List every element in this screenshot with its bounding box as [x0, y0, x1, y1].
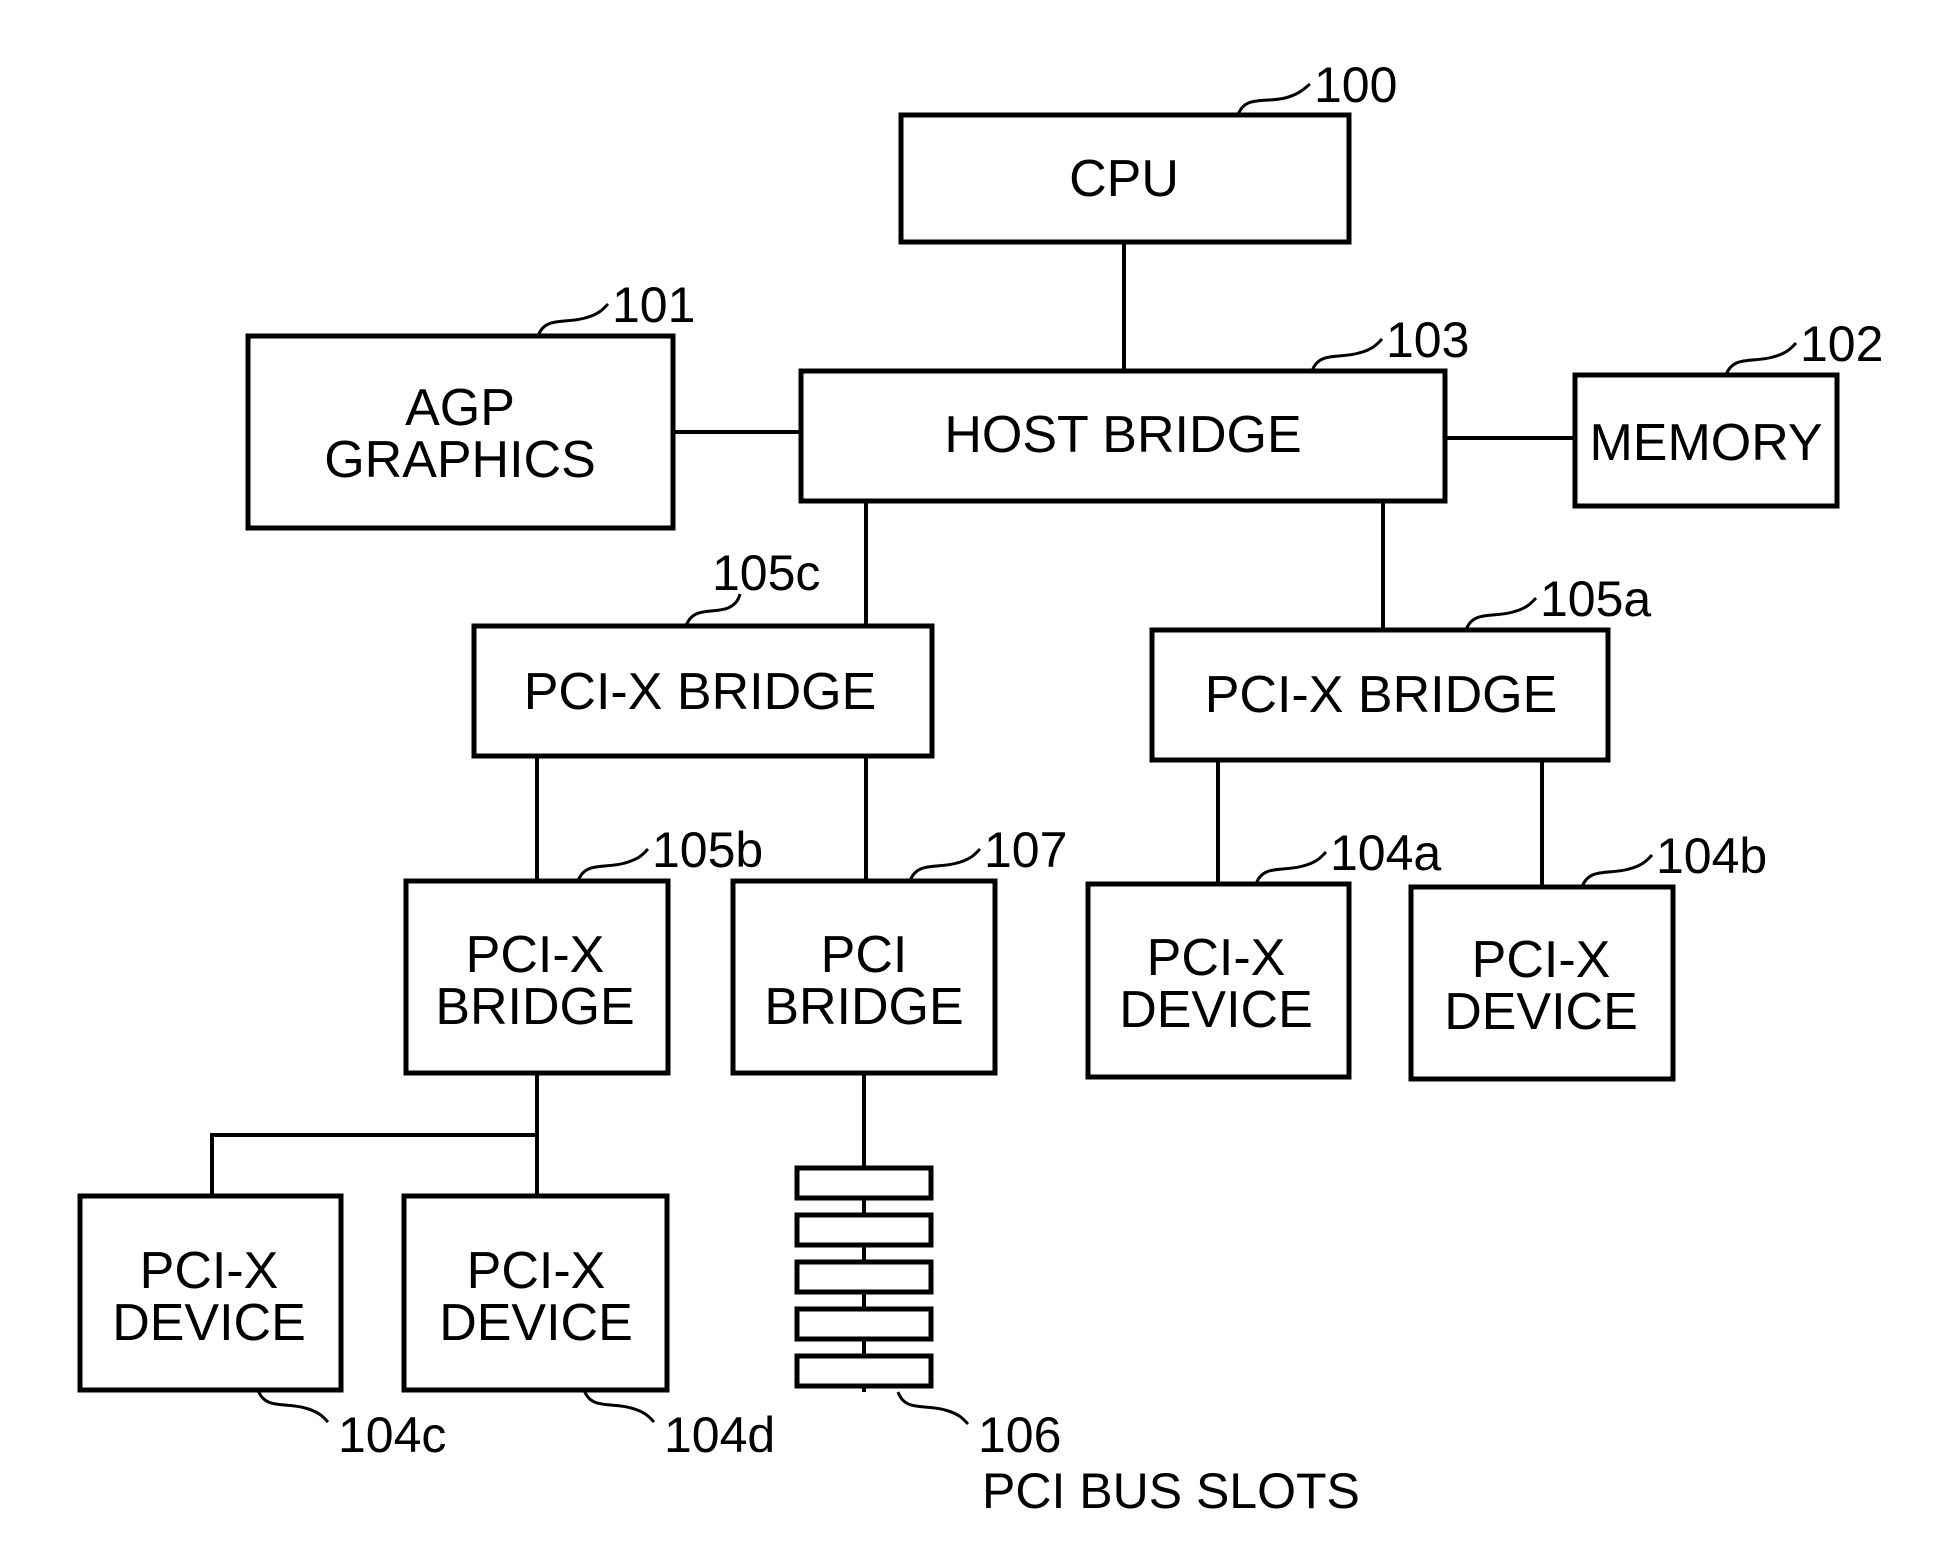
pci-bus-slots-caption: PCI BUS SLOTS	[982, 1463, 1360, 1519]
pci-bus-slot	[794, 1165, 934, 1201]
leader-104c	[256, 1389, 330, 1424]
ref-101: 101	[612, 277, 695, 333]
ref-104b: 104b	[1656, 828, 1767, 884]
device-b-label-line2: DEVICE	[1444, 983, 1638, 1041]
node-host-bridge: HOST BRIDGE	[798, 368, 1448, 504]
leader-102	[1724, 341, 1798, 376]
device-a-label-line2: DEVICE	[1119, 981, 1313, 1039]
node-pcix-bridge-c: PCI-X BRIDGE	[471, 623, 935, 759]
cpu-label: CPU	[1069, 150, 1179, 208]
pci-bus-slot	[794, 1306, 934, 1342]
leader-105b	[576, 847, 650, 882]
pci-system-diagram: CPU AGP GRAPHICS HOST BRIDGE MEMORY PCI-…	[77, 57, 1883, 1519]
pci-bridge-label-line2: BRIDGE	[764, 978, 963, 1036]
ref-107: 107	[984, 822, 1067, 878]
device-b-label-line1: PCI-X	[1472, 931, 1611, 989]
ref-105c: 105c	[712, 545, 820, 601]
ref-104c: 104c	[338, 1407, 446, 1463]
leader-101	[536, 302, 610, 337]
node-pci-bridge: PCI BRIDGE	[730, 878, 998, 1076]
device-c-label-line2: DEVICE	[112, 1294, 306, 1352]
node-device-c: PCI-X DEVICE	[77, 1193, 344, 1393]
node-cpu: CPU	[898, 112, 1352, 245]
node-memory: MEMORY	[1572, 372, 1840, 509]
pcix-bridge-b-label-line2: BRIDGE	[435, 978, 634, 1036]
leader-107	[908, 847, 982, 882]
leader-106	[896, 1391, 970, 1426]
node-agp-graphics: AGP GRAPHICS	[245, 333, 676, 531]
leader-104a	[1254, 850, 1328, 885]
edge-branch-device-c	[210, 1133, 537, 1196]
pci-bridge-label-line1: PCI	[821, 926, 908, 984]
pcix-bridge-c-label: PCI-X BRIDGE	[524, 663, 877, 721]
ref-102: 102	[1800, 316, 1883, 372]
pci-bus-slot	[794, 1212, 934, 1248]
leader-105a	[1464, 596, 1538, 631]
node-pcix-bridge-b: PCI-X BRIDGE	[403, 878, 671, 1076]
node-pcix-bridge-a: PCI-X BRIDGE	[1149, 627, 1611, 763]
ref-104d: 104d	[664, 1407, 775, 1463]
ref-104a: 104a	[1330, 825, 1441, 881]
ref-105b: 105b	[652, 822, 763, 878]
pci-bus-slot	[794, 1353, 934, 1389]
agp-graphics-label-line2: GRAPHICS	[324, 431, 596, 489]
ref-105a: 105a	[1540, 571, 1651, 627]
ref-106: 106	[978, 1407, 1061, 1463]
pcix-bridge-a-label: PCI-X BRIDGE	[1205, 666, 1558, 724]
node-device-b: PCI-X DEVICE	[1408, 884, 1676, 1082]
leader-104d	[582, 1389, 656, 1424]
device-d-label-line1: PCI-X	[467, 1242, 606, 1300]
pci-bus-slot	[794, 1259, 934, 1295]
leader-100	[1236, 82, 1311, 116]
node-device-d: PCI-X DEVICE	[401, 1193, 670, 1393]
leader-103	[1310, 337, 1384, 372]
device-c-label-line1: PCI-X	[140, 1242, 279, 1300]
host-bridge-label: HOST BRIDGE	[944, 406, 1301, 464]
device-d-label-line2: DEVICE	[439, 1294, 633, 1352]
pcix-bridge-b-label-line1: PCI-X	[466, 926, 605, 984]
agp-graphics-label-line1: AGP	[405, 379, 515, 437]
ref-100: 100	[1314, 57, 1397, 113]
device-a-label-line1: PCI-X	[1147, 929, 1286, 987]
ref-103: 103	[1386, 312, 1469, 368]
leader-104b	[1580, 853, 1654, 888]
node-device-a: PCI-X DEVICE	[1085, 881, 1352, 1080]
memory-label: MEMORY	[1589, 414, 1822, 472]
